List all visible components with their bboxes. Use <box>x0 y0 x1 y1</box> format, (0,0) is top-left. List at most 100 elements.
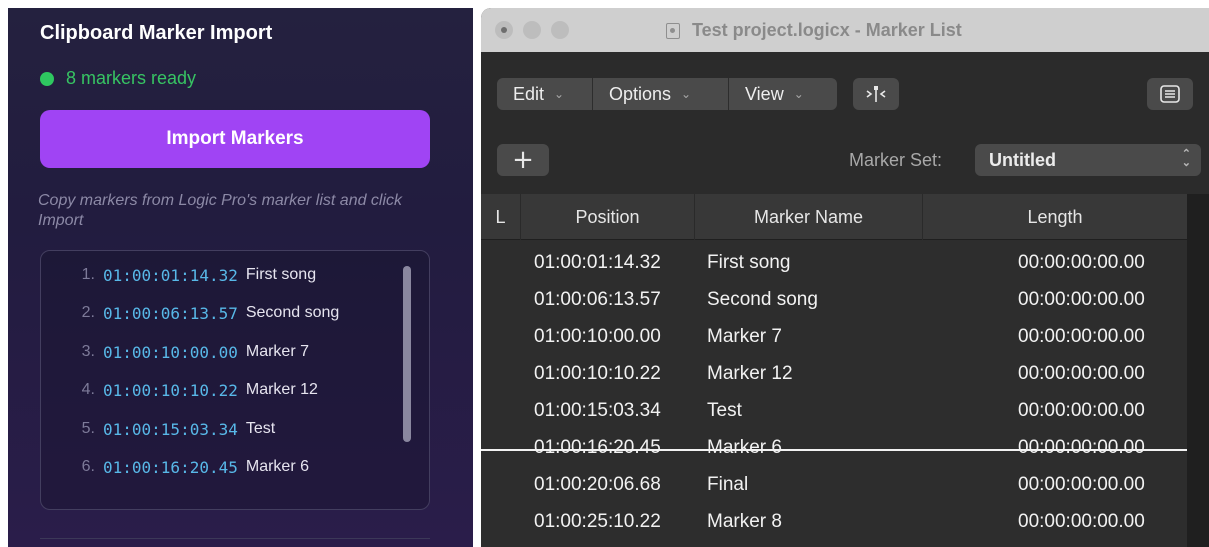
toolbar: Edit ⌄ Options ⌄ View ⌄ <box>481 52 1209 142</box>
table-row[interactable]: 01:00:01:14.32 First song 00:00:00:00.00 <box>481 246 1187 283</box>
row-name: Marker 7 <box>707 326 782 347</box>
table-scrollbar[interactable] <box>1187 194 1209 547</box>
marker-set-bar: + Marker Set: Untitled ⌃ ⌄ <box>481 142 1209 194</box>
marker-set-label: Marker Set: <box>849 150 943 170</box>
marker-set-value: Untitled <box>989 149 1056 170</box>
chevron-down-icon: ⌄ <box>681 87 692 101</box>
row-name: Final <box>707 474 749 495</box>
list-item-name: Marker 12 <box>245 381 318 398</box>
list-item-name: First song <box>245 266 317 283</box>
list-item-timecode: 01:00:01:14.32 <box>103 265 238 285</box>
table-row[interactable]: 01:00:15:03.34 Test 00:00:00:00.00 <box>481 394 1187 431</box>
table-row[interactable]: 01:00:10:10.22 Marker 12 00:00:00:00.00 <box>481 357 1187 394</box>
list-item-number: 5. <box>81 420 95 437</box>
marker-snap-icon <box>866 86 886 102</box>
row-name: Marker 8 <box>707 511 782 532</box>
list-item-number: 1. <box>81 266 95 283</box>
list-item: 1. 01:00:01:14.32 First song <box>41 262 316 288</box>
document-icon <box>666 22 680 39</box>
window-titlebar[interactable]: Test project.logicx - Marker List <box>481 8 1209 52</box>
row-position: 01:00:01:14.32 <box>534 252 661 273</box>
marker-preview-list[interactable]: 1. 01:00:01:14.32 First song 2. 01:00:06… <box>40 250 430 510</box>
row-length: 00:00:00:00.00 <box>1018 437 1145 458</box>
divider <box>40 538 430 539</box>
view-menu[interactable]: View ⌄ <box>729 78 837 110</box>
table-row-struck[interactable]: 01:00:16:20.45 Marker 6 00:00:00:00.00 <box>481 431 1187 468</box>
row-length: 00:00:00:00.00 <box>1018 289 1145 310</box>
row-position: 01:00:20:06.68 <box>534 474 661 495</box>
clipboard-import-panel: Clipboard Marker Import 8 markers ready … <box>8 8 473 547</box>
table-row[interactable]: 01:00:06:13.57 Second song 00:00:00:00.0… <box>481 283 1187 320</box>
column-header-marker-name[interactable]: Marker Name <box>695 194 923 240</box>
row-length: 00:00:00:00.00 <box>1018 363 1145 384</box>
list-item-timecode: 01:00:15:03.34 <box>103 419 238 439</box>
row-length: 00:00:00:00.00 <box>1018 400 1145 421</box>
edit-menu[interactable]: Edit ⌄ <box>497 78 593 110</box>
edit-menu-label: Edit <box>513 83 545 104</box>
row-position: 01:00:10:00.00 <box>534 326 661 347</box>
status-text: 8 markers ready <box>66 68 197 88</box>
list-item: 6. 01:00:16:20.45 Marker 6 <box>41 454 309 480</box>
window-title: Test project.logicx - Marker List <box>666 20 962 41</box>
zoom-window-button[interactable] <box>551 21 569 39</box>
row-position: 01:00:06:13.57 <box>534 289 661 310</box>
plus-icon: + <box>512 145 534 175</box>
up-down-chevron-icon: ⌃ ⌄ <box>1181 148 1191 169</box>
options-menu[interactable]: Options ⌄ <box>593 78 729 110</box>
marker-snap-button[interactable] <box>853 78 899 110</box>
list-view-button[interactable] <box>1147 78 1193 110</box>
row-length: 00:00:00:00.00 <box>1018 326 1145 347</box>
add-marker-button[interactable]: + <box>497 144 549 176</box>
status-indicator: 8 markers ready <box>40 68 196 89</box>
row-name: Marker 12 <box>707 363 793 384</box>
minimize-window-button[interactable] <box>523 21 541 39</box>
row-position: 01:00:15:03.34 <box>534 400 661 421</box>
row-length: 00:00:00:00.00 <box>1018 252 1145 273</box>
import-markers-button[interactable]: Import Markers <box>40 110 430 168</box>
row-position: 01:00:16:20.45 <box>534 437 661 458</box>
marker-set-select[interactable]: Untitled ⌃ ⌄ <box>975 144 1201 176</box>
marker-table: 01:00:01:14.32 First song 00:00:00:00.00… <box>481 240 1187 547</box>
list-item-timecode: 01:00:10:00.00 <box>103 342 238 362</box>
list-item-number: 2. <box>81 304 95 321</box>
column-header-lock[interactable]: L <box>481 194 521 240</box>
list-item-timecode: 01:00:06:13.57 <box>103 303 238 323</box>
list-item-number: 6. <box>81 458 95 475</box>
list-item: 4. 01:00:10:10.22 Marker 12 <box>41 377 318 403</box>
marker-list-window: Test project.logicx - Marker List Edit ⌄… <box>481 8 1209 547</box>
list-view-icon <box>1160 85 1180 103</box>
list-item-timecode: 01:00:10:10.22 <box>103 380 238 400</box>
list-item-number: 3. <box>81 343 95 360</box>
row-name: Second song <box>707 289 818 310</box>
list-item: 2. 01:00:06:13.57 Second song <box>41 300 340 326</box>
menu-segment: Edit ⌄ Options ⌄ View ⌄ <box>497 78 837 110</box>
row-name: First song <box>707 252 791 273</box>
list-item-name: Second song <box>245 304 340 321</box>
row-position: 01:00:10:10.22 <box>534 363 661 384</box>
row-name: Test <box>707 400 742 421</box>
table-header: L Position Marker Name Length <box>481 194 1187 240</box>
row-length: 00:00:00:00.00 <box>1018 474 1145 495</box>
list-scrollbar[interactable] <box>403 266 411 442</box>
panel-title: Clipboard Marker Import <box>40 22 273 44</box>
list-item: 3. 01:00:10:00.00 Marker 7 <box>41 339 309 365</box>
table-row[interactable]: 01:00:25:10.22 Marker 8 00:00:00:00.00 <box>481 505 1187 542</box>
window-title-text: Test project.logicx - Marker List <box>692 20 962 40</box>
view-menu-label: View <box>745 83 784 104</box>
column-header-position[interactable]: Position <box>521 194 695 240</box>
status-dot-icon <box>40 71 54 86</box>
table-row[interactable]: 01:00:10:00.00 Marker 7 00:00:00:00.00 <box>481 320 1187 357</box>
options-menu-label: Options <box>609 83 672 104</box>
list-item-name: Test <box>245 420 276 437</box>
row-name: Marker 6 <box>707 437 782 458</box>
table-row[interactable]: 01:00:20:06.68 Final 00:00:00:00.00 <box>481 468 1187 505</box>
list-item-number: 4. <box>81 381 95 398</box>
list-item: 5. 01:00:15:03.34 Test <box>41 416 276 442</box>
list-item-timecode: 01:00:16:20.45 <box>103 457 238 477</box>
row-position: 01:00:25:10.22 <box>534 511 661 532</box>
list-item-name: Marker 6 <box>245 458 309 475</box>
list-item-name: Marker 7 <box>245 343 309 360</box>
import-hint: Copy markers from Logic Pro's marker lis… <box>38 192 403 229</box>
close-window-button[interactable] <box>495 21 513 39</box>
column-header-length[interactable]: Length <box>923 194 1187 240</box>
